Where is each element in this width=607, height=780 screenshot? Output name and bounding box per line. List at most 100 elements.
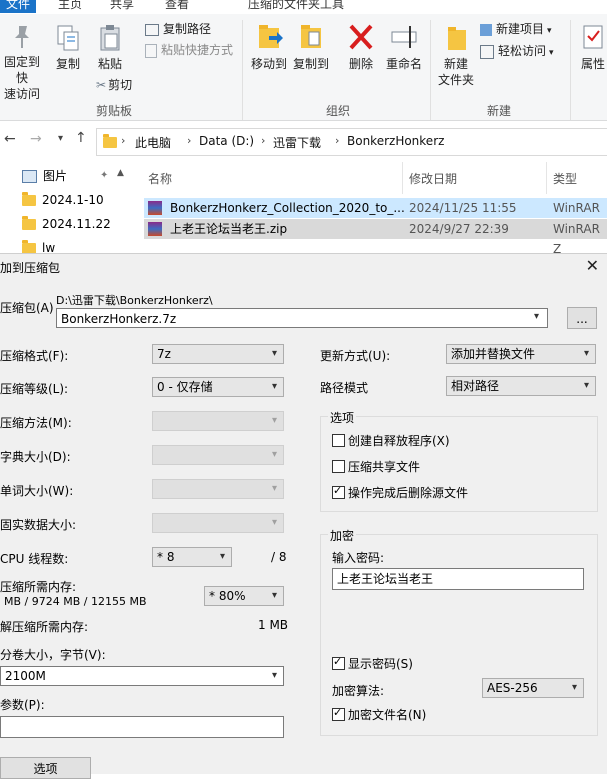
nav-item-folder[interactable]: 2024.1-10 (22, 189, 104, 211)
split-size-label: 分卷大小，字节(V): (0, 648, 106, 662)
new-folder-icon (442, 22, 470, 52)
chevron-down-icon: ▾ (549, 48, 554, 58)
memory-value: MB / 9724 MB / 12155 MB (4, 595, 147, 608)
chevron-down-icon: ▾ (271, 381, 277, 392)
delete-after-checkbox[interactable] (332, 484, 345, 499)
breadcrumb-xunlei-downloads[interactable]: 迅雷下载 (273, 134, 321, 151)
copy-path-label: 复制路径 (163, 22, 212, 36)
file-name: BonkerzHonkerz_Collection_2020_to_... (170, 201, 405, 215)
dictionary-label: 字典大小(D): (0, 450, 71, 464)
encryption-method-value: AES-256 (487, 681, 538, 695)
chevron-down-icon: ▾ (583, 348, 589, 359)
cut-button[interactable]: ✂ 剪切 (96, 76, 132, 94)
new-folder-label-1: 新建 (443, 57, 468, 71)
decompress-memory-label: 解压缩所需内存: (0, 620, 89, 634)
chevron-down-icon: ▾ (219, 551, 225, 562)
delete-button[interactable]: 删除 (344, 22, 378, 72)
solid-size-select[interactable]: ▾ (152, 513, 284, 533)
file-name: 上老王论坛当老王.zip (170, 222, 288, 236)
scroll-up-icon[interactable]: ▲ (117, 168, 124, 178)
password-field[interactable]: 上老王论坛当老王 (332, 568, 584, 590)
tab-compressed-tools[interactable]: 压缩的文件夹工具 (248, 0, 344, 13)
threads-select[interactable]: * 8 ▾ (152, 547, 232, 567)
new-item-button[interactable]: 新建项目 ▾ (480, 20, 552, 38)
file-row[interactable]: 上老王论坛当老王.zip 2024/9/27 22:39 WinRAR Z (144, 219, 607, 256)
column-divider[interactable] (402, 162, 403, 194)
breadcrumb-bonkerzhonkerz[interactable]: BonkerzHonkerz (347, 134, 444, 148)
pin-icon (11, 24, 33, 50)
shared-files-checkbox[interactable] (332, 460, 345, 473)
new-folder-button[interactable]: 新建 文件夹 (436, 22, 476, 88)
up-arrow-icon[interactable]: ↑ (75, 130, 87, 146)
split-size-select[interactable]: 2100M ▾ (0, 666, 284, 686)
encryption-method-select[interactable]: AES-256 ▾ (482, 678, 584, 698)
pin-quick-access-button[interactable]: 固定到快 速访问 (0, 24, 44, 102)
column-header-modified[interactable]: 修改日期 (409, 170, 457, 187)
pin-label-1: 固定到快 (3, 55, 40, 85)
tab-home[interactable]: 主页 (58, 0, 82, 13)
paste-shortcut-button[interactable]: 粘贴快捷方式 (145, 41, 233, 59)
pictures-icon (22, 170, 37, 183)
easy-access-button[interactable]: 轻松访问 ▾ (480, 42, 554, 60)
update-mode-select[interactable]: 添加并替换文件 ▾ (446, 344, 596, 364)
breadcrumb-this-pc[interactable]: 此电脑 (135, 134, 171, 151)
tab-share[interactable]: 共享 (110, 0, 134, 13)
column-divider[interactable] (546, 162, 547, 194)
word-size-select[interactable]: ▾ (152, 479, 284, 499)
ribbon-tabs: 文件 主页 共享 查看 压缩的文件夹工具 (0, 0, 607, 14)
folder-icon (22, 192, 36, 206)
paste-label: 粘贴 (97, 57, 122, 71)
encryption-group-label: 加密 (328, 527, 357, 544)
file-list: 名称 修改日期 类型 BonkerzHonkerz_Collection_202… (140, 160, 607, 256)
format-value: 7z (157, 347, 171, 361)
properties-icon (582, 22, 604, 52)
column-header-type[interactable]: 类型 (553, 170, 577, 187)
delete-after-label: 操作完成后删除源文件 (348, 486, 469, 500)
path-mode-select[interactable]: 相对路径 ▾ (446, 376, 596, 396)
options-button[interactable]: 选项 (0, 757, 91, 779)
chevron-down-icon: ▾ (271, 483, 277, 494)
pin-label-2: 速访问 (3, 87, 40, 101)
forward-arrow-icon[interactable]: → (30, 131, 42, 147)
chevron-down-icon: ▾ (571, 682, 577, 693)
tab-file[interactable]: 文件 (0, 0, 37, 13)
archive-name-field[interactable]: BonkerzHonkerz.7z (56, 308, 548, 328)
copy-label: 复制 (55, 57, 80, 71)
new-group-label: 新建 (487, 104, 512, 118)
copy-to-button[interactable]: 复制到 (290, 22, 332, 72)
params-field[interactable] (0, 716, 284, 738)
rename-button[interactable]: 重命名 (382, 22, 426, 72)
column-header-name[interactable]: 名称 (148, 170, 172, 187)
level-select[interactable]: 0 - 仅存储 ▾ (152, 377, 284, 397)
dictionary-select[interactable]: ▾ (152, 445, 284, 465)
copy-button[interactable]: 复制 (50, 24, 86, 72)
chevron-down-icon[interactable]: ▾ (534, 311, 539, 322)
paste-button[interactable]: 粘贴 (90, 24, 130, 72)
nav-item-pictures[interactable]: 图片 (22, 165, 67, 187)
create-sfx-checkbox[interactable] (332, 434, 345, 447)
navigation-pane: 图片 ✦ 2024.1-10 2024.11.22 lw ▲ (0, 160, 130, 255)
dialog-title: 加到压缩包 (0, 261, 61, 275)
show-password-checkbox[interactable] (332, 655, 345, 670)
winrar-icon (148, 222, 162, 236)
new-item-icon (480, 23, 492, 36)
method-select[interactable]: ▾ (152, 411, 284, 431)
format-select[interactable]: 7z ▾ (152, 344, 284, 364)
nav-item-folder[interactable]: 2024.11.22 (22, 213, 111, 235)
memory-percent-select[interactable]: * 80% ▾ (204, 586, 284, 606)
file-row[interactable]: BonkerzHonkerz_Collection_2020_to_... 20… (144, 198, 607, 235)
memory-percent-value: * 80% (209, 589, 246, 603)
recent-chevron-icon[interactable]: ▾ (58, 133, 63, 144)
copy-path-button[interactable]: 复制路径 (145, 20, 211, 38)
breadcrumb-data-drive[interactable]: Data (D:) (199, 134, 254, 148)
back-arrow-icon[interactable]: ← (4, 131, 16, 147)
word-size-label: 单词大小(W): (0, 484, 74, 498)
move-to-button[interactable]: 移动到 (250, 22, 288, 72)
properties-button[interactable]: 属性 (576, 22, 607, 72)
close-icon[interactable]: ✕ (586, 256, 599, 275)
tab-view[interactable]: 查看 (165, 0, 189, 13)
ribbon: 固定到快 速访问 复制 粘贴 复制路径 粘贴快捷方式 ✂ 剪切 剪贴板 移动到 复 (0, 14, 607, 121)
browse-button[interactable]: ... (567, 307, 597, 329)
encrypt-names-checkbox[interactable] (332, 706, 345, 721)
address-box[interactable]: › 此电脑 › Data (D:) › 迅雷下载 › BonkerzHonker… (96, 128, 607, 156)
